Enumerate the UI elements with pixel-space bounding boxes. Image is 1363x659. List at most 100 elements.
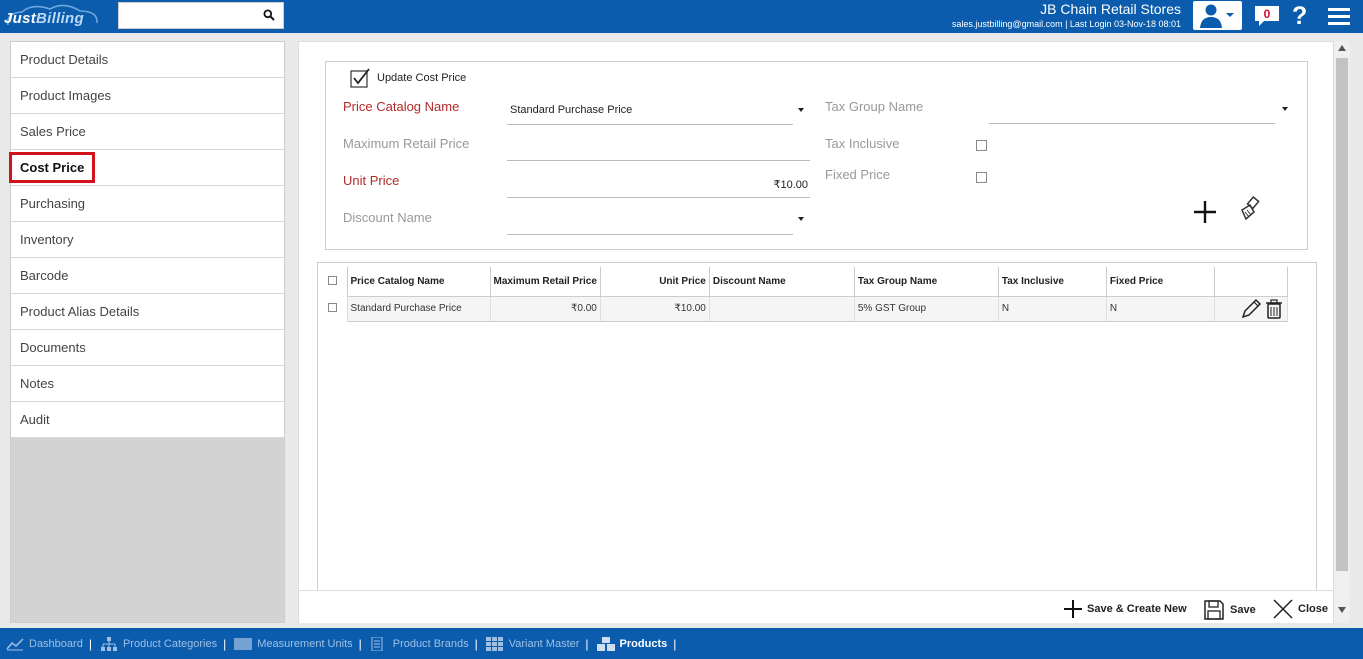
grid-icon <box>485 636 503 651</box>
taskbar-label: Measurement Units <box>257 637 353 650</box>
fixed-price-checkbox[interactable] <box>976 172 987 183</box>
taskbar-separator: | <box>585 636 589 651</box>
store-name: JB Chain Retail Stores <box>1040 1 1181 17</box>
add-icon[interactable] <box>1192 199 1218 225</box>
taskbar-separator: | <box>358 636 362 651</box>
discount-label: Discount Name <box>343 210 432 225</box>
taskbar-label: Product Categories <box>122 637 218 650</box>
sidebar-item-audit[interactable]: Audit <box>11 402 284 438</box>
edit-pencil-icon[interactable] <box>1241 298 1261 318</box>
taskbar-item-dashboard[interactable]: Dashboard <box>6 637 83 651</box>
sidebar-item-product-alias-details[interactable]: Product Alias Details <box>11 294 284 330</box>
hierarchy-icon <box>100 636 117 651</box>
column-header[interactable]: Unit Price <box>600 267 710 296</box>
page-scrollbar[interactable] <box>1334 41 1350 623</box>
row-select-checkbox[interactable] <box>328 302 337 312</box>
column-header[interactable]: Price Catalog Name <box>347 267 491 296</box>
tax-inclusive-label: Tax Inclusive <box>825 136 900 151</box>
scrollbar-thumb[interactable] <box>1336 58 1348 571</box>
sidebar-item-cost-price[interactable]: Cost Price <box>9 150 284 186</box>
discount-underline <box>507 234 793 235</box>
column-header[interactable]: Fixed Price <box>1106 267 1215 296</box>
hamburger-menu-icon[interactable] <box>1328 8 1350 25</box>
unit-price-input[interactable]: ₹10.00 <box>507 178 808 191</box>
price-catalog-caret-icon[interactable] <box>798 108 804 112</box>
discount-caret-icon[interactable] <box>798 217 804 221</box>
table-cell-actions <box>1214 295 1288 322</box>
table-cell-mrp: ₹0.00 <box>490 295 601 322</box>
sidebar-item-label: Product Details <box>20 52 109 67</box>
column-header[interactable]: Tax Group Name <box>854 267 999 296</box>
table-header-row: Price Catalog Name Maximum Retail Price … <box>325 267 1306 296</box>
search-input[interactable] <box>119 3 259 28</box>
update-cost-price-checkbox[interactable] <box>350 67 372 89</box>
sidebar-item-label: Product Images <box>20 88 112 103</box>
sidebar-item-notes[interactable]: Notes <box>11 366 284 402</box>
mrp-label: Maximum Retail Price <box>343 136 470 151</box>
cost-price-grid: Price Catalog Name Maximum Retail Price … <box>317 262 1317 592</box>
fixed-price-label: Fixed Price <box>825 167 891 182</box>
sidebar-item-label: Purchasing <box>20 196 86 211</box>
select-all-header <box>325 267 348 296</box>
sidebar-item-documents[interactable]: Documents <box>11 330 284 366</box>
table-cell-discount <box>709 295 855 322</box>
cost-price-form: Update Cost Price Price Catalog Name Sta… <box>325 61 1308 250</box>
plus-icon <box>1064 600 1082 618</box>
select-all-checkbox[interactable] <box>328 275 337 285</box>
table-cell-tax-group: 5% GST Group <box>854 295 999 322</box>
close-button[interactable]: Close <box>1273 599 1328 619</box>
taskbar-item-product-brands[interactable]: Product Brands <box>370 636 469 651</box>
sidebar-item-product-images[interactable]: Product Images <box>11 78 284 114</box>
delete-trash-icon[interactable] <box>1265 298 1282 319</box>
column-header[interactable]: Discount Name <box>709 267 855 296</box>
tax-inclusive-checkbox[interactable] <box>976 140 987 151</box>
table-cell-catalog: Standard Purchase Price <box>347 295 491 322</box>
boxes-icon <box>596 636 615 651</box>
table-row[interactable]: Standard Purchase Price ₹0.00 ₹10.00 5% … <box>325 295 1306 322</box>
save-and-create-new-button[interactable]: Save & Create New <box>1063 599 1187 619</box>
update-cost-price-label: Update Cost Price <box>377 72 467 84</box>
sidebar-item-inventory[interactable]: Inventory <box>11 222 284 258</box>
scroll-down-icon[interactable] <box>1338 607 1346 613</box>
save-button[interactable]: Save <box>1203 599 1256 621</box>
column-header[interactable]: Tax Inclusive <box>998 267 1107 296</box>
scroll-up-icon[interactable] <box>1338 45 1346 51</box>
taskbar-item-measurement-units[interactable]: Measurement Units <box>234 637 353 651</box>
sidebar-item-label: Barcode <box>20 268 69 283</box>
sidebar-item-barcode[interactable]: Barcode <box>11 258 284 294</box>
taskbar-separator: | <box>673 636 677 651</box>
search-box <box>118 2 284 29</box>
taskbar-item-product-categories[interactable]: Product Categories <box>100 636 218 651</box>
sidebar-item-product-details[interactable]: Product Details <box>11 42 284 78</box>
table-cell-spacer <box>1287 296 1306 321</box>
justbilling-logo[interactable]: JustBilling <box>2 3 100 31</box>
column-header[interactable]: Maximum Retail Price <box>490 267 601 296</box>
logo-text: JustBilling <box>4 10 84 27</box>
sidebar-item-label: Sales Price <box>20 124 86 139</box>
search-icon[interactable] <box>263 9 275 21</box>
taskbar-separator: | <box>88 636 92 651</box>
user-menu-button[interactable] <box>1193 1 1242 30</box>
sidebar-item-sales-price[interactable]: Sales Price <box>11 114 284 150</box>
main-content: Update Cost Price Price Catalog Name Sta… <box>298 41 1334 623</box>
taskbar-label: Dashboard <box>29 637 83 650</box>
product-sidebar: Product Details Product Images Sales Pri… <box>9 41 285 623</box>
save-label: Save <box>1230 604 1256 616</box>
close-label: Close <box>1298 603 1328 615</box>
table-cell-tax-inclusive: N <box>998 295 1107 322</box>
taskbar-item-variant-master[interactable]: Variant Master <box>485 636 579 651</box>
close-icon <box>1273 599 1293 619</box>
sidebar-item-purchasing[interactable]: Purchasing <box>11 186 284 222</box>
price-catalog-select[interactable]: Standard Purchase Price <box>510 104 632 116</box>
sidebar-item-label: Product Alias Details <box>20 304 140 319</box>
clear-brush-icon[interactable] <box>1237 196 1263 222</box>
taskbar-item-products[interactable]: Products <box>596 636 667 651</box>
tax-group-caret-icon[interactable] <box>1282 107 1288 111</box>
sidebar-item-label: Inventory <box>20 232 74 247</box>
save-disk-icon <box>1204 600 1224 620</box>
sidebar-item-label: Cost Price <box>20 160 85 175</box>
help-icon[interactable]: ? <box>1292 2 1307 31</box>
ruler-icon <box>234 637 253 650</box>
table-cell-unit-price: ₹10.00 <box>600 295 710 322</box>
row-select-cell <box>325 296 348 321</box>
